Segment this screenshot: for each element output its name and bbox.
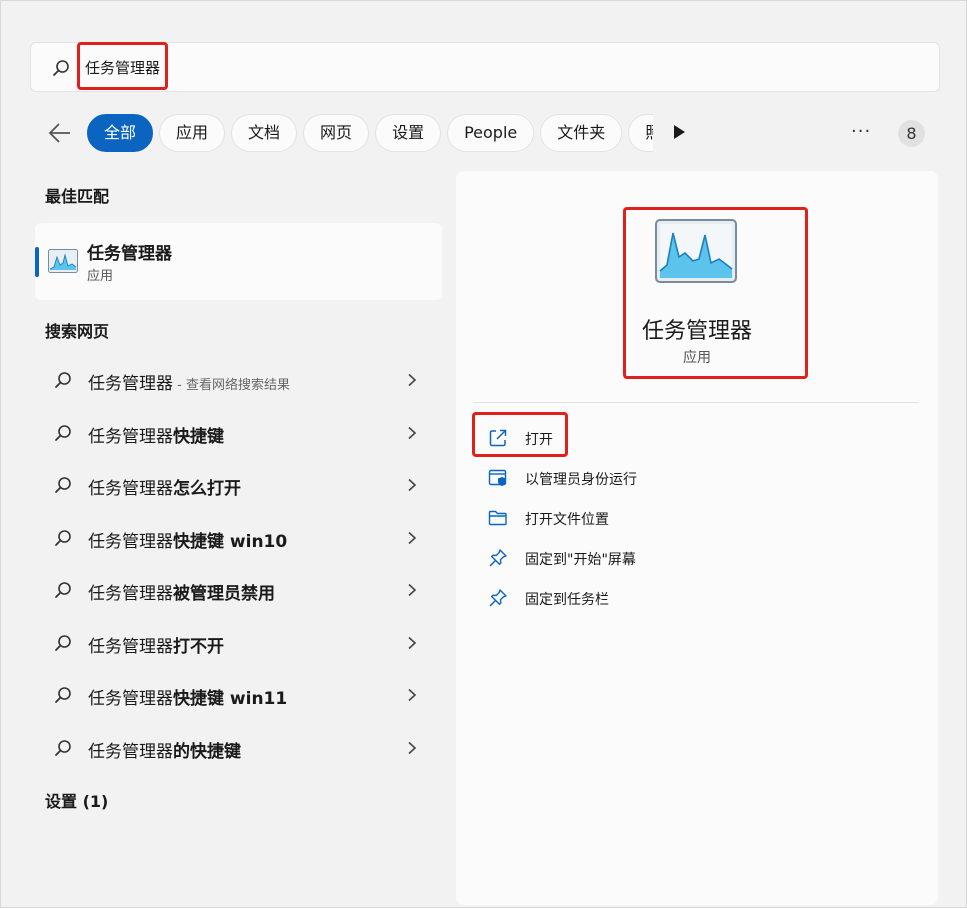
divider [474,402,918,403]
query-hint: - 查看网络搜索结果 [173,378,290,393]
web-search-item[interactable]: 任务管理器快捷键 [35,407,442,460]
chevron-right-icon [408,688,417,702]
folder-icon [488,510,507,526]
query-suggestion: 的快捷键 [173,741,241,762]
chip-apps[interactable]: 应用 [159,114,226,152]
search-icon [55,372,71,388]
web-search-text: 任务管理器快捷键 [88,422,224,447]
chip-all[interactable]: 全部 [87,114,154,152]
settings-heading[interactable]: 设置 (1) [45,788,108,812]
search-icon [55,739,71,756]
chevron-right-icon [408,636,417,649]
query-prefix: 任务管理器 [88,426,173,447]
chip-settings[interactable]: 设置 [375,114,442,152]
play-next-icon[interactable] [672,124,686,140]
web-search-item[interactable]: 任务管理器打不开 [35,617,442,670]
filter-row: 全部应用文档网页设置People文件夹照 ··· 8 [1,111,967,155]
search-icon [55,424,71,441]
query-suggestion: 快捷键 win10 [173,531,288,552]
query-suggestion: 被管理员禁用 [173,584,275,604]
back-arrow-icon[interactable] [47,120,73,146]
task-manager-icon [48,249,78,273]
chevron-right-icon [408,478,417,492]
action-run-as-admin[interactable]: 以管理员身份运行 [474,458,918,498]
web-search-item[interactable]: 任务管理器快捷键 win11 [35,669,442,722]
task-manager-large-icon [655,219,737,283]
best-match-heading: 最佳匹配 [45,187,110,206]
query-suggestion: 怎么打开 [173,479,241,499]
detail-app-name: 任务管理器 [641,319,752,344]
chevron-right-icon [408,426,417,439]
action-pin-to-taskbar[interactable]: 固定到任务栏 [474,578,918,618]
query-suggestion: 快捷键 [173,426,224,447]
chip-folders[interactable]: 文件夹 [540,114,623,152]
search-icon [55,529,71,546]
action-label: 打开文件位置 [525,512,609,528]
chevron-right-icon [408,531,417,544]
action-label: 固定到任务栏 [525,592,609,608]
chip-people[interactable]: People [447,114,535,152]
web-search-text: 任务管理器怎么打开 [88,474,241,499]
more-options-button[interactable]: ··· [851,121,871,142]
detail-panel: 任务管理器 应用 打开 以管理员身份运行 打开文件位置 固定到"开始"屏幕 固定… [456,171,938,905]
best-match-subtitle: 应用 [87,269,114,284]
web-search-text: 任务管理器快捷键 win10 [88,527,287,552]
search-input[interactable]: 任务管理器 [85,57,160,78]
web-search-item[interactable]: 任务管理器被管理员禁用 [35,564,442,617]
search-window: 任务管理器 全部应用文档网页设置People文件夹照 ··· 8 最佳匹配 任务… [0,0,967,908]
action-label: 打开 [525,432,553,448]
search-icon [55,687,71,703]
web-search-list: 任务管理器 - 查看网络搜索结果 任务管理器快捷键 任务管理器怎么打开 任务管理器快捷… [35,354,442,774]
web-search-item[interactable]: 任务管理器怎么打开 [35,459,442,512]
query-prefix: 任务管理器 [88,741,173,762]
web-search-item[interactable]: 任务管理器 - 查看网络搜索结果 [35,354,442,407]
chip-photos[interactable]: 照 [628,114,653,152]
search-box[interactable]: 任务管理器 [30,42,940,92]
search-icon [55,634,71,651]
query-prefix: 任务管理器 [88,584,173,604]
action-open-file-location[interactable]: 打开文件位置 [474,498,918,538]
web-search-item[interactable]: 任务管理器快捷键 win10 [35,512,442,565]
chip-web[interactable]: 网页 [303,114,370,152]
chevron-right-icon [408,583,417,597]
best-match-item[interactable]: 任务管理器 应用 [35,223,442,300]
chevron-right-icon [408,741,417,754]
query-prefix: 任务管理器 [88,374,173,394]
search-icon [53,60,69,76]
chevron-right-icon [408,373,417,387]
query-prefix: 任务管理器 [88,689,173,709]
detail-app-type: 应用 [683,350,711,366]
web-search-text: 任务管理器打不开 [88,632,224,657]
query-prefix: 任务管理器 [88,479,173,499]
run-as-admin-icon [488,469,507,486]
selection-indicator [35,247,39,277]
pin-icon [489,589,507,607]
query-prefix: 任务管理器 [88,636,173,657]
action-label: 固定到"开始"屏幕 [525,552,636,568]
action-pin-to-start[interactable]: 固定到"开始"屏幕 [474,538,918,578]
web-search-text: 任务管理器 - 查看网络搜索结果 [88,369,290,394]
web-search-heading: 搜索网页 [45,322,110,341]
search-icon [55,477,71,493]
pin-icon [489,549,507,567]
action-label: 以管理员身份运行 [525,472,637,488]
best-match-title: 任务管理器 [87,244,172,264]
chip-documents[interactable]: 文档 [231,114,298,152]
rewards-badge[interactable]: 8 [898,120,925,147]
open-external-icon [489,429,507,447]
web-search-text: 任务管理器快捷键 win11 [88,684,287,709]
web-search-text: 任务管理器被管理员禁用 [88,579,275,604]
filter-chips: 全部应用文档网页设置People文件夹照 [87,114,653,154]
query-suggestion: 快捷键 win11 [173,689,288,709]
query-suggestion: 打不开 [173,636,224,657]
search-icon [55,582,71,598]
action-list: 打开 以管理员身份运行 打开文件位置 固定到"开始"屏幕 固定到任务栏 [474,418,918,618]
query-prefix: 任务管理器 [88,531,173,552]
web-search-text: 任务管理器的快捷键 [88,737,241,762]
web-search-item[interactable]: 任务管理器的快捷键 [35,722,442,775]
action-open[interactable]: 打开 [474,418,918,458]
